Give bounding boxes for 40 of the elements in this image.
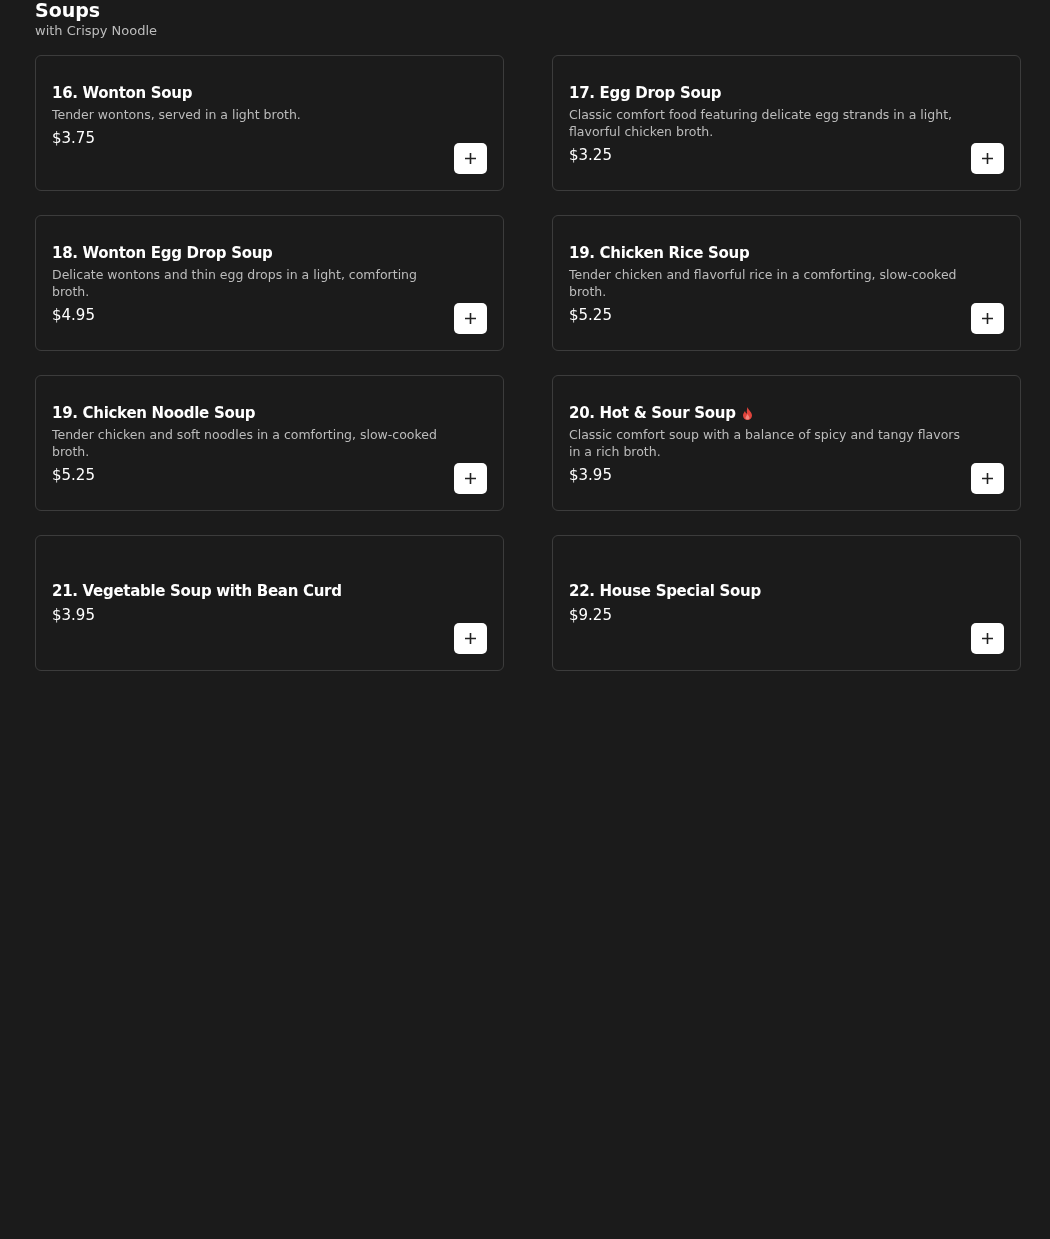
add-button[interactable] [971,463,1004,494]
item-description: Delicate wontons and thin egg drops in a light, comforting broth. [52,266,418,300]
add-button[interactable] [454,303,487,334]
item-price: $5.25 [52,466,95,484]
item-price: $4.95 [52,306,95,324]
plus-icon [982,473,993,484]
item-name: 19. Chicken Rice Soup [569,244,750,262]
item-price: $3.95 [569,466,612,484]
plus-icon [465,473,476,484]
item-description: Tender wontons, served in a light broth. [52,106,302,123]
item-name: 18. Wonton Egg Drop Soup [52,244,273,262]
plus-icon [982,153,993,164]
add-button[interactable] [454,143,487,174]
plus-icon [982,633,993,644]
add-button[interactable] [971,143,1004,174]
plus-icon [982,313,993,324]
item-description: Tender chicken and soft noodles in a comforting, slow-cooked broth. [52,426,438,460]
add-button[interactable] [971,623,1004,654]
plus-icon [465,153,476,164]
item-description: Tender chicken and flavorful rice in a comforting, slow-cooked broth. [569,266,958,300]
item-description: Classic comfort soup with a balance of spicy and tangy flavors in a rich broth. [569,426,961,460]
plus-icon [465,313,476,324]
item-price: $3.95 [52,606,95,624]
add-button[interactable] [454,623,487,654]
item-name: 20. Hot & Sour Soup [569,404,736,422]
item-price: $3.75 [52,129,95,147]
section-subtitle: with Crispy Noodle [35,23,158,38]
item-name: 16. Wonton Soup [52,84,193,102]
item-name: 22. House Special Soup [569,582,761,600]
add-button[interactable] [971,303,1004,334]
plus-icon [465,633,476,644]
item-name: 17. Egg Drop Soup [569,84,722,102]
item-price: $9.25 [569,606,612,624]
item-name: 21. Vegetable Soup with Bean Curd [52,582,342,600]
item-name: 19. Chicken Noodle Soup [52,404,256,422]
section-title: Soups [35,0,102,20]
item-description: Classic comfort food featuring delicate egg strands in a light, flavorful chicken broth. [569,106,954,140]
item-price: $3.25 [569,146,612,164]
item-price: $5.25 [569,306,612,324]
add-button[interactable] [454,463,487,494]
